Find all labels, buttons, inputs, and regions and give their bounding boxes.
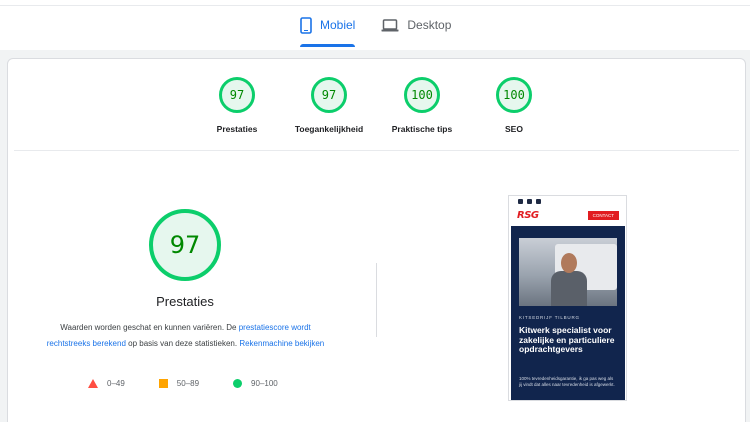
gauge-label: Toegankelijkheid [294, 124, 364, 134]
site-logo: RSG [517, 209, 539, 221]
site-nav: RSG CONTACT [509, 206, 626, 224]
circle-icon [233, 379, 243, 388]
gauge-accessibility[interactable]: 97 Toegankelijkheid [284, 77, 374, 134]
score-ring: 97 [219, 77, 255, 113]
description-text: op basis van deze statistieken. [125, 338, 240, 348]
person-head [561, 253, 577, 273]
gauge-seo[interactable]: 100 SEO [469, 77, 559, 134]
hero-section: KITSEDRIJF TILBURG Kitwerk specialist vo… [511, 226, 625, 400]
gauge-best-practices[interactable]: 100 Praktische tips [377, 77, 467, 134]
legend-average: 50–89 [158, 379, 200, 388]
mail-icon [527, 198, 532, 204]
legend-range: 50–89 [176, 379, 200, 388]
legend-range: 90–100 [251, 379, 278, 388]
smartphone-icon [300, 16, 312, 34]
gauge-label: SEO [505, 124, 523, 134]
legend-pass: 90–100 [233, 379, 278, 388]
device-toggle-bar: Mobiel Desktop [0, 0, 750, 50]
square-icon [158, 379, 168, 388]
score-ring: 100 [496, 77, 532, 113]
whatsapp-icon [536, 198, 541, 204]
triangle-icon [88, 379, 98, 388]
report-card: 97 Prestaties 97 Toegankelijkheid 100 Pr… [7, 58, 746, 422]
hero-headline: Kitwerk specialist voor zakelijke en par… [519, 325, 615, 354]
section-divider [14, 150, 739, 151]
performance-title: Prestaties [156, 294, 214, 309]
performance-score-gauge: 97 [149, 209, 221, 281]
contact-button: CONTACT [587, 210, 619, 220]
final-screenshot[interactable]: RSG CONTACT KITSEDRIJF TILBURG Kitwerk s… [508, 195, 627, 401]
performance-description: Waarden worden geschat en kunnen variëre… [38, 320, 333, 351]
contact-icons-bar [509, 196, 626, 206]
tab-mobile-label: Mobiel [320, 18, 356, 32]
hero-photo [519, 238, 617, 306]
person-body [551, 271, 587, 306]
vertical-divider [376, 263, 377, 337]
gauge-label: Praktische tips [391, 124, 453, 134]
gauge-label: Prestaties [216, 124, 258, 134]
tab-desktop-label: Desktop [407, 18, 452, 32]
hero-kicker: KITSEDRIJF TILBURG [519, 315, 580, 320]
hero-body: 100% tevredenheidsgarantie, ik ga pas we… [519, 376, 615, 387]
phone-icon [518, 198, 523, 204]
score-ring: 97 [311, 77, 347, 113]
legend-fail: 0–49 [88, 379, 125, 388]
description-text: Waarden worden geschat en kunnen variëre… [60, 323, 239, 332]
category-gauges: 97 Prestaties 97 Toegankelijkheid 100 Pr… [8, 77, 745, 147]
top-divider [0, 5, 750, 6]
score-legend: 0–49 50–89 90–100 [88, 379, 278, 388]
laptop-icon [381, 18, 399, 32]
tab-mobile[interactable]: Mobiel [300, 12, 356, 47]
device-tabs: Mobiel Desktop [300, 12, 451, 47]
legend-range: 0–49 [107, 379, 125, 388]
tab-desktop[interactable]: Desktop [381, 12, 451, 38]
score-ring: 100 [404, 77, 440, 113]
calculator-link[interactable]: Rekenmachine bekijken [239, 339, 324, 348]
gauge-performance[interactable]: 97 Prestaties [192, 77, 282, 134]
